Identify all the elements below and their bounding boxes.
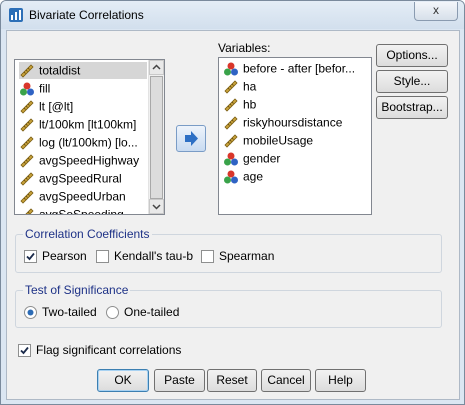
variables-label: Variables: xyxy=(218,41,271,55)
variable-list-item[interactable]: ha xyxy=(223,78,369,95)
two-tailed-radio[interactable] xyxy=(24,306,37,319)
close-button[interactable]: x xyxy=(414,2,458,21)
checkmark-icon xyxy=(26,252,35,261)
pearson-checkbox[interactable] xyxy=(24,250,37,263)
bootstrap-button[interactable]: Bootstrap... xyxy=(376,96,448,119)
nominal-icon xyxy=(224,170,238,184)
source-list-item[interactable]: avgSpeedRural xyxy=(19,170,147,187)
ruler-icon xyxy=(20,172,34,186)
source-list-item-label: avgSpeedHighway xyxy=(39,153,140,168)
two-tailed-label[interactable]: Two-tailed xyxy=(42,305,97,319)
window-title: Bivariate Correlations xyxy=(29,8,144,22)
variable-list-item-label: mobileUsage xyxy=(243,133,314,148)
variable-list-item[interactable]: age xyxy=(223,168,369,185)
kendall-checkbox[interactable] xyxy=(96,250,109,263)
source-list-item-label: lt [@lt] xyxy=(39,99,74,114)
ruler-icon xyxy=(20,136,34,150)
style-button[interactable]: Style... xyxy=(376,70,448,93)
dialog-window: Bivariate Correlations x totaldist fill lt… xyxy=(0,0,465,405)
source-list-item-label: avgSpeedRural xyxy=(39,171,122,186)
ruler-icon xyxy=(224,80,238,94)
test-of-significance-label: Test of Significance xyxy=(23,283,131,297)
ruler-icon xyxy=(224,98,238,112)
source-list-item[interactable]: avgSpeedUrban xyxy=(19,188,147,205)
radio-dot-icon xyxy=(27,309,34,316)
test-of-significance-group: Test of Significance Two-tailed One-tail… xyxy=(15,283,442,328)
ruler-icon xyxy=(20,118,34,132)
one-tailed-label[interactable]: One-tailed xyxy=(124,305,179,319)
checkmark-icon xyxy=(20,346,29,355)
ruler-icon xyxy=(20,154,34,168)
variable-list-item-label: riskyhoursdistance xyxy=(243,115,343,130)
correlation-coefficients-label: Correlation Coefficients xyxy=(23,227,152,241)
source-list-item[interactable]: avgSoSpeeding xyxy=(19,206,147,215)
scroll-down-button[interactable] xyxy=(149,199,164,214)
reset-button[interactable]: Reset xyxy=(207,369,257,392)
source-list-item[interactable]: fill xyxy=(19,80,147,97)
source-list-item[interactable]: avgSpeedHighway xyxy=(19,152,147,169)
options-button[interactable]: Options... xyxy=(376,44,448,67)
variable-list-item-label: ha xyxy=(243,79,257,94)
help-button[interactable]: Help xyxy=(315,369,366,392)
variable-list-item[interactable]: mobileUsage xyxy=(223,132,369,149)
variable-list-item[interactable]: gender xyxy=(223,150,369,167)
source-list-scrollbar[interactable] xyxy=(148,60,164,214)
source-list-item-label: avgSpeedUrban xyxy=(39,189,126,204)
source-list-item[interactable]: lt [@lt] xyxy=(19,98,147,115)
dialog-body: totaldist fill lt [@lt] lt/100km [lt100km] l… xyxy=(6,30,460,400)
ruler-icon xyxy=(20,100,34,114)
source-list-item-label: fill xyxy=(39,81,51,96)
move-variable-button[interactable] xyxy=(176,125,206,152)
source-list-item-label: totaldist xyxy=(39,63,81,78)
cancel-button[interactable]: Cancel xyxy=(261,369,311,392)
variable-list-item[interactable]: riskyhoursdistance xyxy=(223,114,369,131)
scroll-up-button[interactable] xyxy=(149,60,164,75)
correlation-coefficients-group: Correlation Coefficients Pearson Kendall… xyxy=(15,227,442,273)
source-list-item[interactable]: lt/100km [lt100km] xyxy=(19,116,147,133)
source-list-item-label: lt/100km [lt100km] xyxy=(39,117,137,132)
pearson-label[interactable]: Pearson xyxy=(42,249,87,263)
paste-button[interactable]: Paste xyxy=(154,369,205,392)
ruler-icon xyxy=(20,190,34,204)
flag-significant-checkbox[interactable] xyxy=(18,344,31,357)
nominal-icon xyxy=(224,62,238,76)
ruler-icon xyxy=(224,134,238,148)
source-list-item-label: avgSoSpeeding xyxy=(39,207,124,215)
spss-app-icon xyxy=(9,8,23,22)
source-list-item[interactable]: log (lt/100km) [lo... xyxy=(19,134,147,151)
source-list-item-label: log (lt/100km) [lo... xyxy=(39,135,138,150)
variable-list-item[interactable]: hb xyxy=(223,96,369,113)
variable-list-item-label: age xyxy=(243,169,264,184)
kendall-label[interactable]: Kendall's tau-b xyxy=(114,249,193,263)
ruler-icon xyxy=(25,208,34,214)
title-bar[interactable]: Bivariate Correlations x xyxy=(1,1,464,29)
variable-list-item-label: before - after [befor... xyxy=(243,61,356,76)
variable-list-item-label: gender xyxy=(243,151,281,166)
close-icon: x xyxy=(433,3,439,17)
spearman-label[interactable]: Spearman xyxy=(219,249,274,263)
source-variable-list[interactable]: totaldist fill lt [@lt] lt/100km [lt100km] l… xyxy=(14,59,165,215)
variable-list-item[interactable]: before - after [befor... xyxy=(223,60,369,77)
ruler-icon xyxy=(224,116,238,130)
flag-significant-label[interactable]: Flag significant correlations xyxy=(36,343,181,357)
nominal-icon xyxy=(224,152,238,166)
chevron-up-icon xyxy=(152,64,161,70)
variables-list[interactable]: before - after [befor... ha hb riskyhoursdi… xyxy=(218,57,372,215)
arrow-right-icon xyxy=(185,131,198,146)
spearman-checkbox[interactable] xyxy=(201,250,214,263)
nominal-icon xyxy=(20,82,34,96)
chevron-down-icon xyxy=(152,204,161,210)
ok-button[interactable]: OK xyxy=(97,369,149,392)
variable-list-item-label: hb xyxy=(243,97,257,112)
scroll-thumb[interactable] xyxy=(150,76,163,199)
ruler-icon xyxy=(20,64,34,78)
source-list-item[interactable]: totaldist xyxy=(19,62,147,79)
one-tailed-radio[interactable] xyxy=(106,306,119,319)
